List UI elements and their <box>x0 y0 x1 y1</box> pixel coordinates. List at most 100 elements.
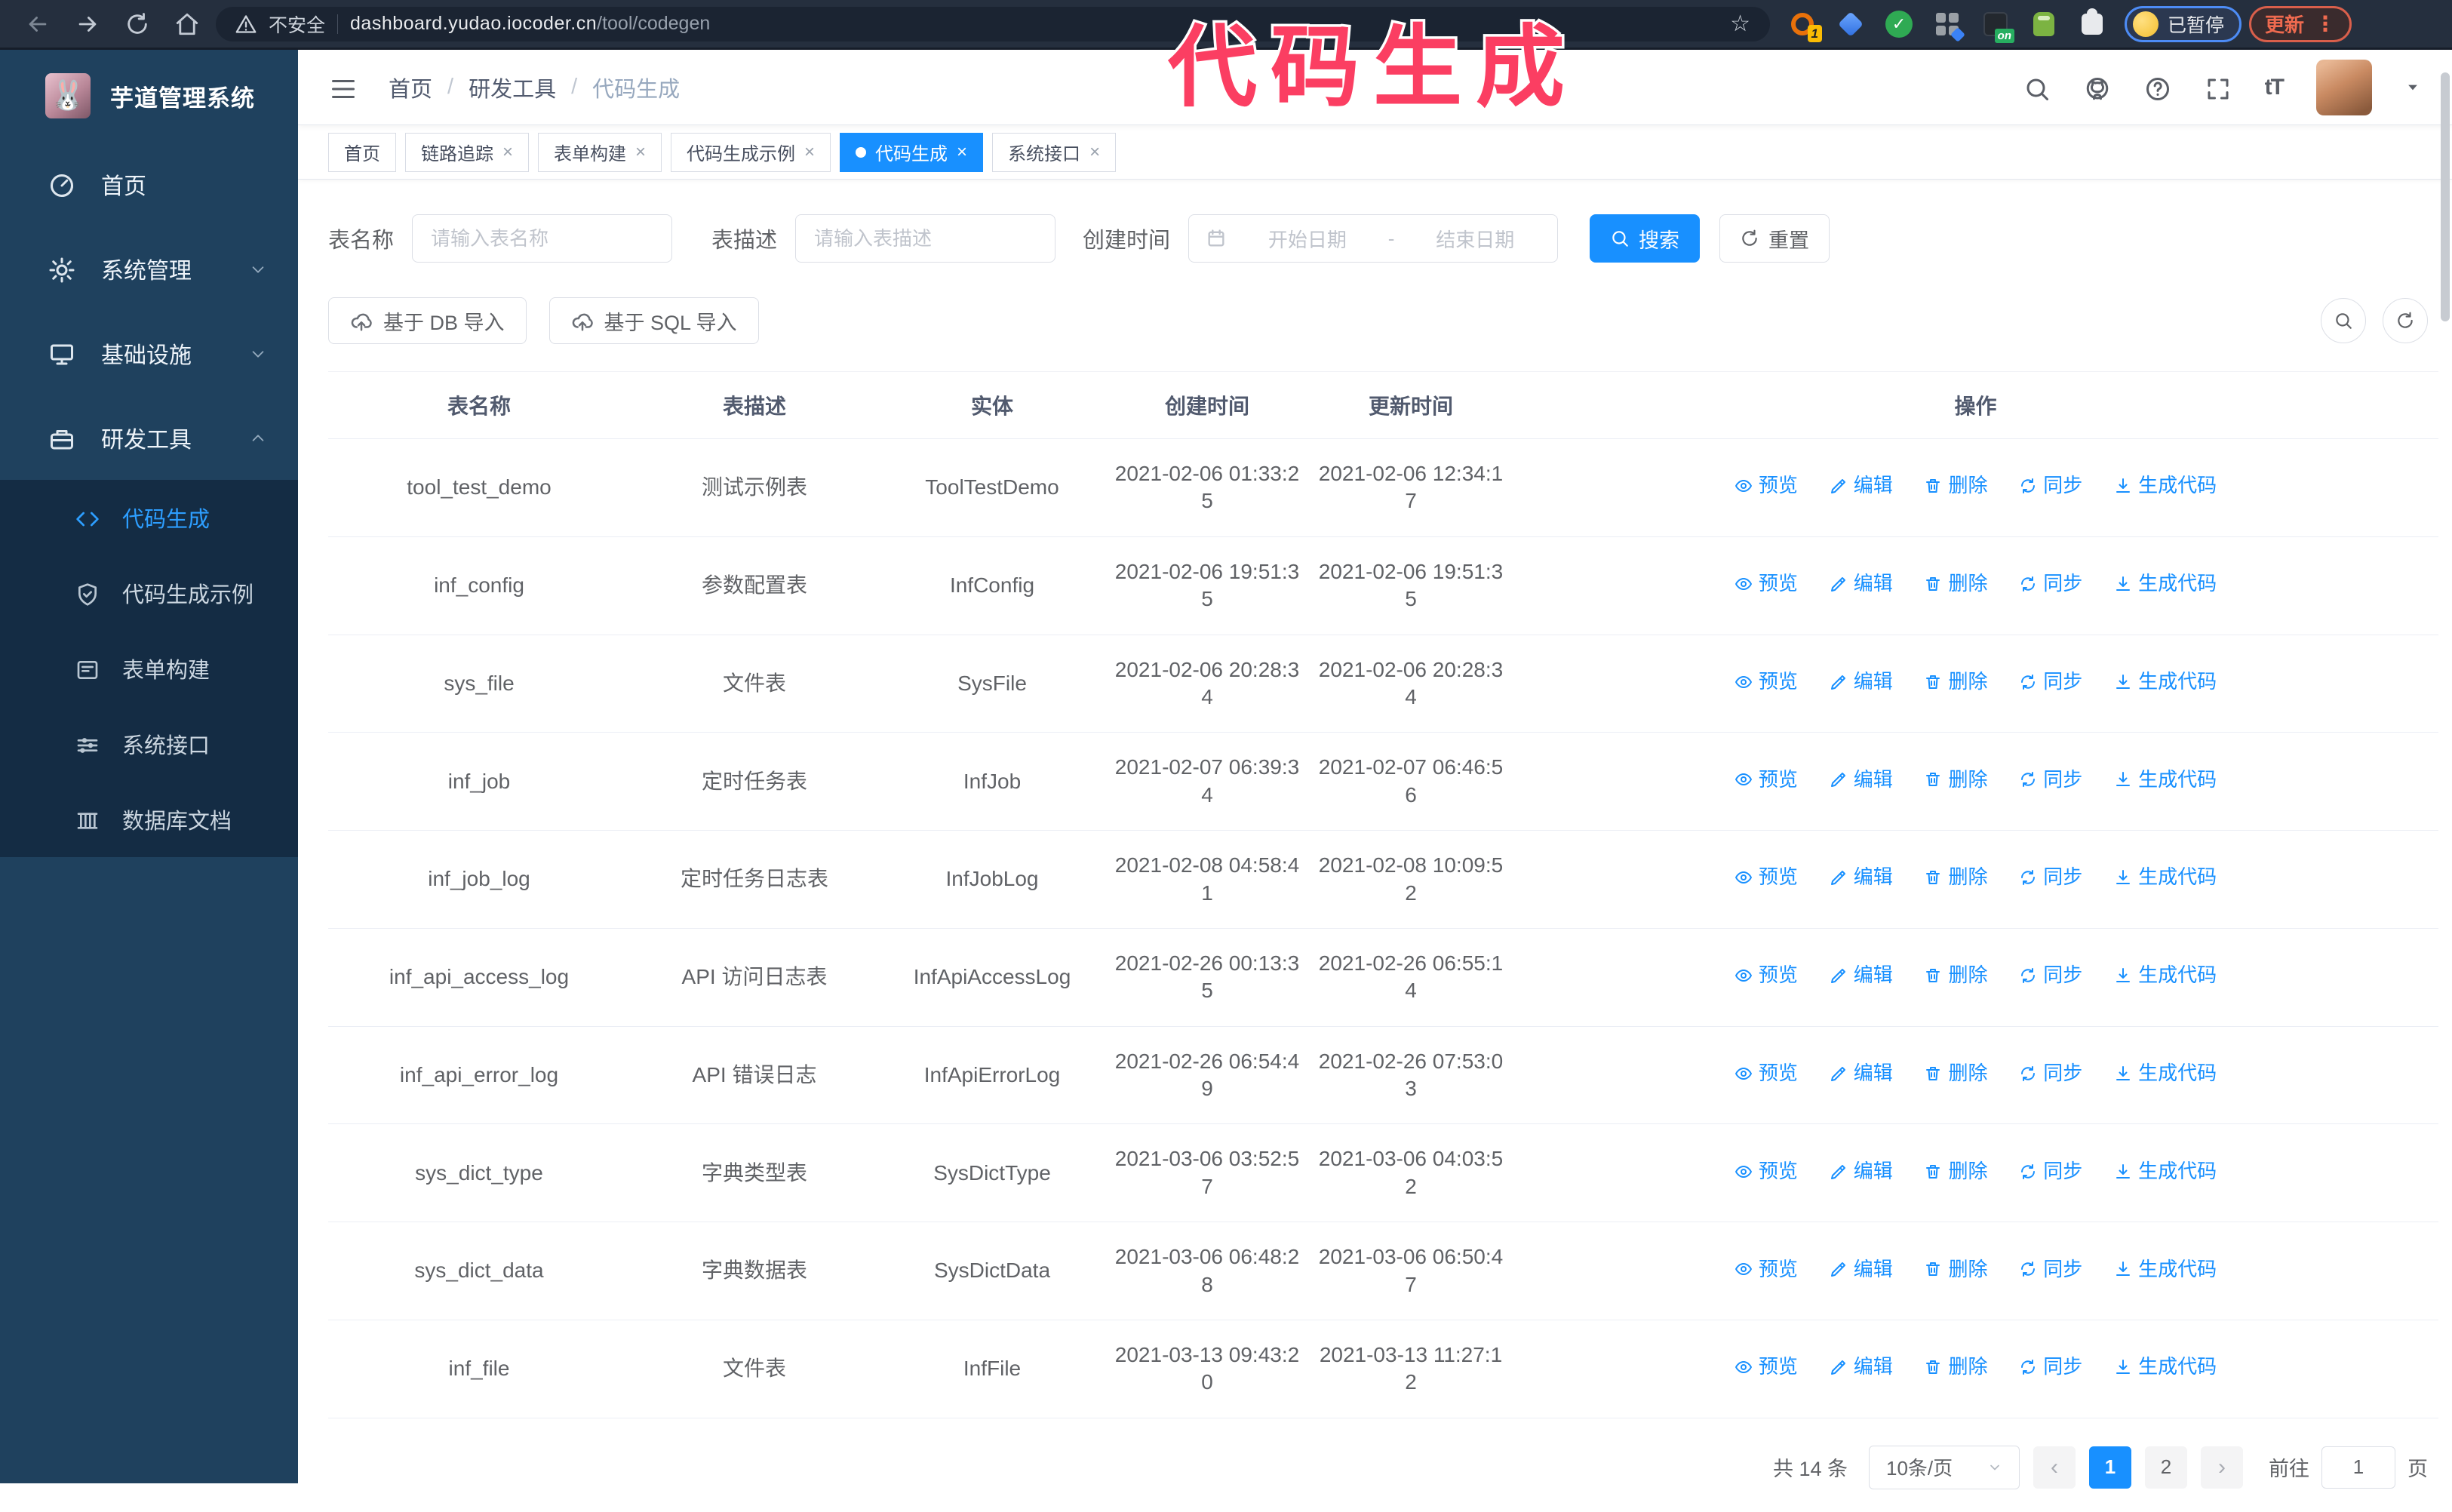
extension-green-check-icon[interactable]: ✓ <box>1885 10 1913 38</box>
generate-code-link[interactable]: 生成代码 <box>2114 865 2217 890</box>
browser-back-icon[interactable] <box>17 7 59 41</box>
reset-button[interactable]: 重置 <box>1719 214 1830 263</box>
delete-link[interactable]: 删除 <box>1924 1354 1987 1380</box>
delete-link[interactable]: 删除 <box>1924 1257 1987 1283</box>
close-icon[interactable]: × <box>502 142 513 163</box>
preview-link[interactable]: 预览 <box>1735 865 1798 890</box>
import-db-button[interactable]: 基于 DB 导入 <box>328 297 527 344</box>
github-icon[interactable] <box>2084 72 2111 103</box>
page-size-select[interactable]: 10条/页 <box>1869 1446 2020 1489</box>
sync-link[interactable]: 同步 <box>2019 571 2082 597</box>
extension-robot-icon[interactable] <box>2030 10 2058 38</box>
extension-grid-icon[interactable] <box>1933 10 1962 38</box>
table-desc-input[interactable] <box>795 214 1055 263</box>
close-icon[interactable]: × <box>1089 142 1100 163</box>
tab-trace[interactable]: 链路追踪× <box>405 133 529 172</box>
browser-home-icon[interactable] <box>166 7 208 41</box>
delete-link[interactable]: 删除 <box>1924 473 1987 499</box>
date-range-picker[interactable]: 开始日期 - 结束日期 <box>1188 214 1558 263</box>
edit-link[interactable]: 编辑 <box>1830 865 1893 890</box>
browser-menu-dots-icon[interactable]: ⋮ <box>2315 11 2336 36</box>
hamburger-icon[interactable] <box>330 72 357 103</box>
sync-link[interactable]: 同步 <box>2019 767 2082 793</box>
sidebar-item-database-docs[interactable]: 数据库文档 <box>0 782 298 857</box>
sidebar-item-infrastructure[interactable]: 基础设施 <box>0 311 298 395</box>
tab-home[interactable]: 首页 <box>328 133 396 172</box>
generate-code-link[interactable]: 生成代码 <box>2114 1061 2217 1086</box>
sync-link[interactable]: 同步 <box>2019 865 2082 890</box>
edit-link[interactable]: 编辑 <box>1830 473 1893 499</box>
edit-link[interactable]: 编辑 <box>1830 1257 1893 1283</box>
next-page-button[interactable]: › <box>2201 1446 2243 1489</box>
import-sql-button[interactable]: 基于 SQL 导入 <box>549 297 759 344</box>
sidebar-item-system-api[interactable]: 系统接口 <box>0 706 298 782</box>
refresh-table-button[interactable] <box>2383 298 2428 343</box>
browser-reload-icon[interactable] <box>116 7 158 41</box>
help-icon[interactable] <box>2144 72 2171 103</box>
generate-code-link[interactable]: 生成代码 <box>2114 669 2217 695</box>
sync-link[interactable]: 同步 <box>2019 473 2082 499</box>
search-button[interactable]: 搜索 <box>1590 214 1700 263</box>
browser-update-button[interactable]: 更新 ⋮ <box>2249 6 2352 42</box>
tab-code-generation[interactable]: 代码生成× <box>840 133 983 172</box>
generate-code-link[interactable]: 生成代码 <box>2114 1159 2217 1185</box>
sync-link[interactable]: 同步 <box>2019 1159 2082 1185</box>
jump-page-input[interactable] <box>2321 1446 2395 1489</box>
sidebar-item-home[interactable]: 首页 <box>0 142 298 226</box>
preview-link[interactable]: 预览 <box>1735 669 1798 695</box>
generate-code-link[interactable]: 生成代码 <box>2114 963 2217 988</box>
search-icon[interactable] <box>2023 72 2051 103</box>
sync-link[interactable]: 同步 <box>2019 669 2082 695</box>
preview-link[interactable]: 预览 <box>1735 571 1798 597</box>
page-button-2[interactable]: 2 <box>2145 1446 2187 1489</box>
generate-code-link[interactable]: 生成代码 <box>2114 571 2217 597</box>
delete-link[interactable]: 删除 <box>1924 571 1987 597</box>
delete-link[interactable]: 删除 <box>1924 767 1987 793</box>
profile-paused-chip[interactable]: 已暂停 <box>2125 6 2242 42</box>
sync-link[interactable]: 同步 <box>2019 1257 2082 1283</box>
edit-link[interactable]: 编辑 <box>1830 1061 1893 1086</box>
page-button-1[interactable]: 1 <box>2089 1446 2131 1489</box>
preview-link[interactable]: 预览 <box>1735 963 1798 988</box>
sync-link[interactable]: 同步 <box>2019 1061 2082 1086</box>
delete-link[interactable]: 删除 <box>1924 1061 1987 1086</box>
bookmark-star-icon[interactable]: ☆ <box>1730 11 1750 37</box>
sidebar-item-dev-tools[interactable]: 研发工具 <box>0 395 298 480</box>
close-icon[interactable]: × <box>957 142 967 163</box>
edit-link[interactable]: 编辑 <box>1830 1354 1893 1380</box>
table-name-input[interactable] <box>412 214 672 263</box>
extension-gem-icon[interactable] <box>1836 10 1865 38</box>
address-bar[interactable]: 不安全 dashboard.yudao.iocoder.cn/tool/code… <box>216 7 1770 41</box>
user-avatar[interactable] <box>2316 60 2372 115</box>
sidebar-item-codegen-example[interactable]: 代码生成示例 <box>0 555 298 631</box>
delete-link[interactable]: 删除 <box>1924 865 1987 890</box>
sync-link[interactable]: 同步 <box>2019 963 2082 988</box>
breadcrumb-dev-tools[interactable]: 研发工具 <box>469 72 556 103</box>
edit-link[interactable]: 编辑 <box>1830 669 1893 695</box>
start-date-placeholder[interactable]: 开始日期 <box>1242 225 1373 253</box>
preview-link[interactable]: 预览 <box>1735 767 1798 793</box>
close-icon[interactable]: × <box>804 142 815 163</box>
preview-link[interactable]: 预览 <box>1735 473 1798 499</box>
font-size-icon[interactable]: tT <box>2265 75 2283 100</box>
extension-puzzle-icon[interactable] <box>2078 10 2106 38</box>
sync-link[interactable]: 同步 <box>2019 1354 2082 1380</box>
generate-code-link[interactable]: 生成代码 <box>2114 1257 2217 1283</box>
breadcrumb-home[interactable]: 首页 <box>389 72 432 103</box>
extension-on-icon[interactable]: on <box>1981 10 2010 38</box>
generate-code-link[interactable]: 生成代码 <box>2114 473 2217 499</box>
tab-codegen-example[interactable]: 代码生成示例× <box>671 133 831 172</box>
edit-link[interactable]: 编辑 <box>1830 963 1893 988</box>
generate-code-link[interactable]: 生成代码 <box>2114 1354 2217 1380</box>
edit-link[interactable]: 编辑 <box>1830 571 1893 597</box>
delete-link[interactable]: 删除 <box>1924 963 1987 988</box>
edit-link[interactable]: 编辑 <box>1830 767 1893 793</box>
browser-forward-icon[interactable] <box>66 7 109 41</box>
fullscreen-icon[interactable] <box>2205 72 2232 103</box>
scrollbar-thumb[interactable] <box>2441 72 2450 321</box>
show-search-button[interactable] <box>2321 298 2366 343</box>
edit-link[interactable]: 编辑 <box>1830 1159 1893 1185</box>
tab-system-api[interactable]: 系统接口× <box>992 133 1116 172</box>
avatar-caret-down-icon[interactable] <box>2405 78 2420 96</box>
preview-link[interactable]: 预览 <box>1735 1257 1798 1283</box>
